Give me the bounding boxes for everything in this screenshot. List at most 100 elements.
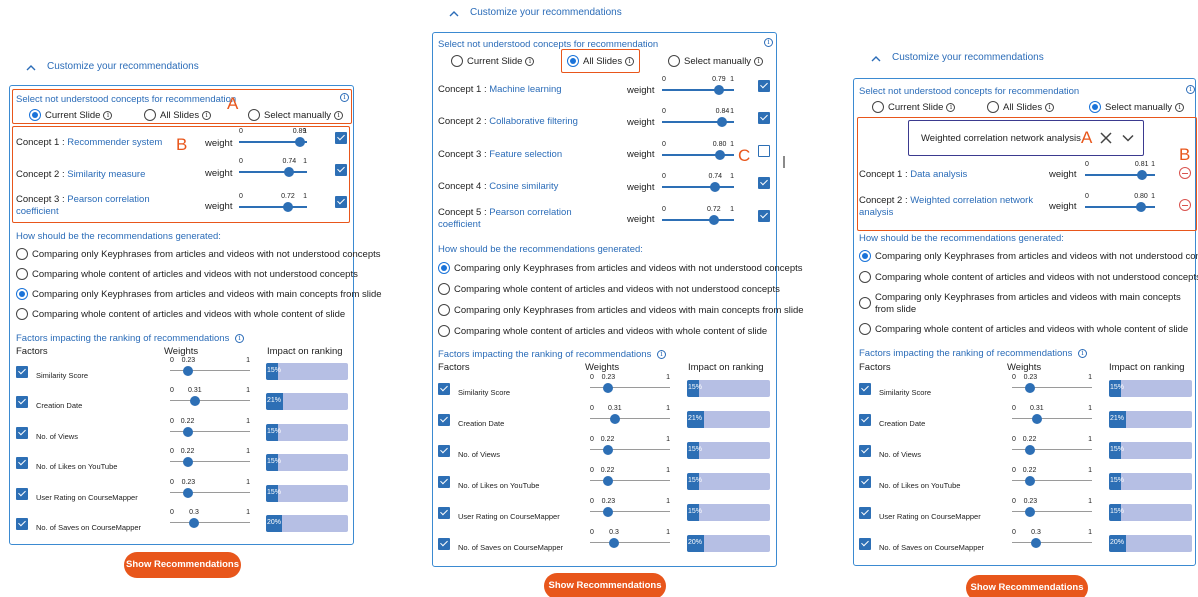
- slider-thumb[interactable]: [183, 487, 194, 498]
- factor-weight-slider[interactable]: 0 1 0.3: [1012, 529, 1092, 549]
- method-radio[interactable]: [859, 323, 871, 335]
- method-option[interactable]: Comparing only Keyphrases from articles …: [859, 292, 1185, 316]
- info-icon[interactable]: i: [234, 333, 244, 343]
- concept-checkbox[interactable]: [758, 80, 770, 92]
- factor-weight-slider[interactable]: 0 1 0.23: [590, 374, 670, 394]
- factor-checkbox[interactable]: [438, 507, 450, 519]
- slider-thumb[interactable]: [602, 476, 613, 486]
- show-recommendations-button[interactable]: Show Recommendations: [124, 552, 241, 578]
- radio-current-slide[interactable]: [451, 55, 463, 67]
- method-radio[interactable]: [859, 297, 871, 309]
- info-icon[interactable]: i: [525, 56, 535, 66]
- factor-weight-slider[interactable]: 0 1 0.23: [590, 498, 670, 518]
- factor-weight-slider[interactable]: 0 1 0.23: [1012, 374, 1092, 394]
- method-radio[interactable]: [859, 250, 871, 262]
- method-radio[interactable]: [859, 271, 871, 283]
- slider-thumb[interactable]: [714, 150, 725, 160]
- factor-weight-slider[interactable]: 0 1 0.22: [1012, 436, 1092, 456]
- factor-weight-slider[interactable]: 0 1 0.23: [1012, 498, 1092, 518]
- factor-weight-slider[interactable]: 0 1 0.22: [170, 418, 250, 438]
- concept-name[interactable]: Feature selection: [489, 149, 562, 160]
- method-radio[interactable]: [16, 268, 28, 280]
- method-option[interactable]: Comparing only Keyphrases from articles …: [16, 288, 382, 300]
- method-option[interactable]: Comparing only Keyphrases from articles …: [438, 262, 803, 274]
- info-icon[interactable]: i: [754, 56, 764, 66]
- slider-thumb[interactable]: [602, 445, 613, 455]
- slider-thumb[interactable]: [603, 383, 614, 393]
- factor-checkbox[interactable]: [16, 396, 28, 409]
- concept-name[interactable]: Machine learning: [489, 84, 561, 95]
- factor-weight-slider[interactable]: 0 1 0.23: [170, 479, 250, 499]
- factor-weight-slider[interactable]: 0 1 0.22: [1012, 467, 1092, 487]
- concept-weight-slider[interactable]: 0 1 0.79: [662, 76, 734, 96]
- factor-weight-slider[interactable]: 0 1 0.22: [590, 436, 670, 456]
- method-radio[interactable]: [438, 304, 450, 316]
- factor-weight-slider[interactable]: 0 1 0.23: [170, 357, 250, 377]
- info-icon[interactable]: i: [1175, 102, 1185, 112]
- concept-weight-slider[interactable]: 0 1 0.74: [662, 173, 734, 193]
- slider-thumb[interactable]: [717, 117, 728, 127]
- factor-checkbox[interactable]: [438, 476, 450, 488]
- customize-toggle[interactable]: Customize your recommendations: [449, 7, 622, 18]
- radio-all-slides[interactable]: [987, 101, 999, 113]
- factor-weight-slider[interactable]: 0 1 0.31: [1012, 405, 1092, 425]
- method-radio[interactable]: [438, 262, 450, 274]
- scope-all-slides[interactable]: All Slides i: [987, 101, 1055, 113]
- radio-select-manually[interactable]: [1089, 101, 1101, 113]
- method-radio[interactable]: [438, 325, 450, 337]
- factor-weight-slider[interactable]: 0 1 0.3: [590, 529, 670, 549]
- factor-checkbox[interactable]: [438, 538, 450, 550]
- method-option[interactable]: Comparing only Keyphrases from articles …: [859, 250, 1198, 262]
- concept-name[interactable]: Pearson correlation: [489, 207, 571, 218]
- method-option[interactable]: Comparing whole content of articles and …: [16, 268, 358, 280]
- concept-weight-slider[interactable]: 0 1 0.80: [662, 141, 734, 161]
- factor-checkbox[interactable]: [16, 518, 28, 530]
- slider-thumb[interactable]: [182, 457, 193, 468]
- info-icon[interactable]: i: [1077, 348, 1087, 358]
- slider-thumb[interactable]: [713, 85, 724, 95]
- method-option[interactable]: Comparing only Keyphrases from articles …: [438, 304, 804, 316]
- method-radio[interactable]: [438, 283, 450, 295]
- info-icon[interactable]: i: [946, 102, 956, 112]
- slider-thumb[interactable]: [710, 182, 721, 192]
- concept-weight-slider[interactable]: 0 1 0.72: [662, 206, 734, 226]
- method-option[interactable]: Comparing whole content of articles and …: [16, 308, 345, 320]
- method-radio[interactable]: [16, 248, 28, 260]
- slider-thumb[interactable]: [1025, 383, 1036, 393]
- method-radio[interactable]: [16, 308, 28, 320]
- factor-weight-slider[interactable]: 0 1 0.31: [590, 405, 670, 425]
- method-option[interactable]: Comparing only Keyphrases from articles …: [16, 248, 381, 260]
- factor-weight-slider[interactable]: 0 1 0.22: [170, 448, 250, 468]
- concept-weight-slider[interactable]: 0 1 0.84: [662, 108, 734, 128]
- factor-checkbox[interactable]: [859, 414, 871, 426]
- factor-checkbox[interactable]: [859, 476, 871, 488]
- slider-thumb[interactable]: [182, 426, 193, 437]
- slider-thumb[interactable]: [1025, 507, 1036, 517]
- factor-checkbox[interactable]: [438, 414, 450, 426]
- slider-thumb[interactable]: [189, 518, 199, 528]
- factor-checkbox[interactable]: [16, 426, 28, 439]
- info-icon[interactable]: i: [1045, 102, 1055, 112]
- concept-name[interactable]: Collaborative filtering: [489, 116, 578, 127]
- concept-checkbox[interactable]: [758, 112, 770, 124]
- customize-toggle[interactable]: Customize your recommendations: [871, 52, 1044, 63]
- slider-thumb[interactable]: [1031, 538, 1041, 548]
- radio-current-slide[interactable]: [872, 101, 884, 113]
- factor-weight-slider[interactable]: 0 1 0.3: [170, 509, 250, 529]
- slider-thumb[interactable]: [609, 538, 619, 548]
- factor-weight-slider[interactable]: 0 1 0.31: [170, 387, 250, 407]
- radio-select-manually[interactable]: [668, 55, 680, 67]
- concept-checkbox[interactable]: [758, 145, 770, 157]
- slider-thumb[interactable]: [603, 507, 614, 517]
- scope-current-slide[interactable]: Current Slide i: [451, 55, 535, 67]
- factor-weight-slider[interactable]: 0 1 0.22: [590, 467, 670, 487]
- slider-thumb[interactable]: [708, 215, 719, 225]
- slider-thumb[interactable]: [609, 414, 620, 424]
- show-recommendations-button[interactable]: Show Recommendations: [544, 573, 666, 597]
- info-icon[interactable]: i: [764, 38, 773, 47]
- factor-checkbox[interactable]: [438, 383, 450, 395]
- factor-checkbox[interactable]: [859, 538, 871, 550]
- factor-checkbox[interactable]: [16, 487, 28, 500]
- concept-name-cont[interactable]: coefficient: [438, 219, 481, 230]
- slider-thumb[interactable]: [189, 396, 200, 407]
